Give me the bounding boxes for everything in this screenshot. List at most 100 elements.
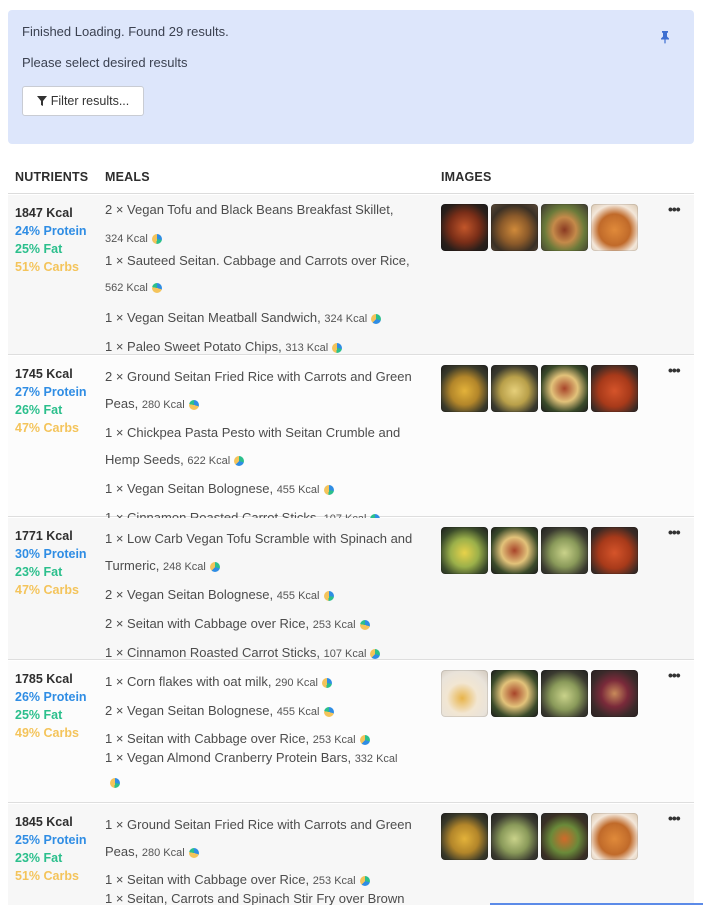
meals-list: 1 × Low Carb Vegan Tofu Scramble with Sp… xyxy=(105,525,435,668)
meal-item[interactable]: 2 × Vegan Seitan Bolognese, 455 Kcal xyxy=(105,581,435,610)
nutrients-column-header: NUTRIENTS xyxy=(15,170,89,184)
meal-item[interactable]: 2 × Vegan Seitan Bolognese, 455 Kcal xyxy=(105,697,435,726)
carbs-percent: 51% Carbs xyxy=(15,260,79,274)
filter-results-button[interactable]: Filter results... xyxy=(22,86,144,116)
fat-percent: 25% Fat xyxy=(15,708,63,722)
meal-item[interactable]: 2 × Vegan Tofu and Black Beans Breakfast… xyxy=(105,202,435,247)
protein-percent: 27% Protein xyxy=(15,385,87,399)
protein-percent: 24% Protein xyxy=(15,224,87,238)
nutrients-summary: 1785 Kcal 26% Protein 25% Fat 49% Carbs xyxy=(15,670,99,742)
bolognese-image[interactable] xyxy=(491,670,538,717)
macro-pie-icon xyxy=(110,778,120,788)
total-kcal: 1771 Kcal xyxy=(15,529,73,543)
more-options-button[interactable]: ••• xyxy=(668,362,681,378)
chips-image[interactable] xyxy=(591,204,638,251)
result-row[interactable]: 1745 Kcal 27% Protein 26% Fat 47% Carbs … xyxy=(8,356,694,525)
pin-icon[interactable] xyxy=(658,30,672,44)
nutrients-summary: 1847 Kcal 24% Protein 25% Fat 51% Carbs xyxy=(15,204,99,276)
chips-image[interactable] xyxy=(591,813,638,860)
filter-results-label: Filter results... xyxy=(50,94,130,108)
cabbage-rice-image[interactable] xyxy=(541,670,588,717)
meal-item[interactable]: 1 × Sauteed Seitan. Cabbage and Carrots … xyxy=(105,253,435,296)
cabbage-rice-image[interactable] xyxy=(491,813,538,860)
meal-images xyxy=(441,527,638,574)
meal-item[interactable]: 2 × Seitan with Cabbage over Rice, 253 K… xyxy=(105,610,435,639)
scramble-image[interactable] xyxy=(441,527,488,574)
skillet-image[interactable] xyxy=(441,204,488,251)
protein-percent: 25% Protein xyxy=(15,833,87,847)
carbs-percent: 47% Carbs xyxy=(15,421,79,435)
meal-item[interactable]: 1 × Low Carb Vegan Tofu Scramble with Sp… xyxy=(105,525,435,581)
meals-list: 2 × Vegan Tofu and Black Beans Breakfast… xyxy=(105,202,435,362)
results-info-panel: Finished Loading. Found 29 results. Plea… xyxy=(8,10,694,144)
meal-images xyxy=(441,813,638,860)
macro-pie-icon xyxy=(151,282,162,293)
more-options-button[interactable]: ••• xyxy=(668,810,681,826)
total-kcal: 1785 Kcal xyxy=(15,672,73,686)
nutrients-summary: 1771 Kcal 30% Protein 23% Fat 47% Carbs xyxy=(15,527,99,599)
meals-list: 1 × Ground Seitan Fried Rice with Carrot… xyxy=(105,811,435,905)
macro-pie-icon xyxy=(188,399,199,410)
result-row[interactable]: 1847 Kcal 24% Protein 25% Fat 51% Carbs … xyxy=(8,195,694,355)
fat-percent: 25% Fat xyxy=(15,242,63,256)
pasta-image[interactable] xyxy=(491,365,538,412)
protein-percent: 30% Protein xyxy=(15,547,87,561)
cabbage-rice-image[interactable] xyxy=(541,527,588,574)
total-kcal: 1845 Kcal xyxy=(15,815,73,829)
select-prompt: Please select desired results xyxy=(22,55,188,70)
meal-item[interactable]: 1 × Vegan Seitan Bolognese, 455 Kcal xyxy=(105,475,435,504)
meal-item[interactable]: 1 × Seitan with Cabbage over Rice, 253 K… xyxy=(105,871,435,890)
result-row[interactable]: 1845 Kcal 25% Protein 23% Fat 51% Carbs … xyxy=(8,804,694,905)
stir-fry-image[interactable] xyxy=(541,813,588,860)
meal-item[interactable]: 1 × Seitan with Cabbage over Rice, 253 K… xyxy=(105,730,435,749)
total-kcal: 1745 Kcal xyxy=(15,367,73,381)
filter-icon xyxy=(36,96,47,106)
meal-item[interactable]: 1 × Ground Seitan Fried Rice with Carrot… xyxy=(105,811,435,867)
sandwich-image[interactable] xyxy=(541,204,588,251)
macro-pie-icon xyxy=(359,875,370,886)
protein-percent: 26% Protein xyxy=(15,690,87,704)
result-row[interactable]: 1785 Kcal 26% Protein 25% Fat 49% Carbs … xyxy=(8,661,694,803)
meal-item[interactable]: 1 × Corn flakes with oat milk, 290 Kcal xyxy=(105,668,435,697)
meal-images xyxy=(441,204,638,251)
macro-pie-icon xyxy=(188,847,199,858)
macro-pie-icon xyxy=(370,648,381,659)
bolognese-image[interactable] xyxy=(491,527,538,574)
stir-fry-image[interactable] xyxy=(491,204,538,251)
macro-pie-icon xyxy=(209,561,220,572)
fat-percent: 23% Fat xyxy=(15,851,63,865)
results-table-header: NUTRIENTS MEALS IMAGES xyxy=(8,160,694,194)
macro-pie-icon xyxy=(151,233,162,244)
more-options-button[interactable]: ••• xyxy=(668,524,681,540)
cornflakes-image[interactable] xyxy=(441,670,488,717)
meal-item[interactable]: 1 × Chickpea Pasta Pesto with Seitan Cru… xyxy=(105,419,435,475)
meal-item[interactable]: 1 × Seitan, Carrots and Spinach Stir Fry… xyxy=(105,890,435,905)
meals-list: 2 × Ground Seitan Fried Rice with Carrot… xyxy=(105,363,435,533)
more-options-button[interactable]: ••• xyxy=(668,201,681,217)
nutrients-summary: 1745 Kcal 27% Protein 26% Fat 47% Carbs xyxy=(15,365,99,437)
meals-list: 1 × Corn flakes with oat milk, 290 Kcal … xyxy=(105,668,435,788)
macro-pie-icon xyxy=(323,706,334,717)
macro-pie-icon xyxy=(359,734,370,745)
meal-images xyxy=(441,670,638,717)
carbs-percent: 51% Carbs xyxy=(15,869,79,883)
fried-rice-image[interactable] xyxy=(441,813,488,860)
result-row[interactable]: 1771 Kcal 30% Protein 23% Fat 47% Carbs … xyxy=(8,518,694,660)
macro-pie-icon xyxy=(359,619,370,630)
meal-item[interactable]: 1 × Vegan Seitan Meatball Sandwich, 324 … xyxy=(105,304,435,333)
meal-item[interactable]: 2 × Ground Seitan Fried Rice with Carrot… xyxy=(105,363,435,419)
carbs-percent: 49% Carbs xyxy=(15,726,79,740)
carrots-image[interactable] xyxy=(591,527,638,574)
meal-item[interactable]: 1 × Vegan Almond Cranberry Protein Bars,… xyxy=(105,749,435,788)
carrots-image[interactable] xyxy=(591,365,638,412)
macro-pie-icon xyxy=(321,677,332,688)
more-options-button[interactable]: ••• xyxy=(668,667,681,683)
fried-rice-image[interactable] xyxy=(441,365,488,412)
meal-images xyxy=(441,365,638,412)
macro-pie-icon xyxy=(332,342,343,353)
bolognese-image[interactable] xyxy=(541,365,588,412)
nutrients-summary: 1845 Kcal 25% Protein 23% Fat 51% Carbs xyxy=(15,813,99,885)
protein-bars-image[interactable] xyxy=(591,670,638,717)
images-column-header: IMAGES xyxy=(441,170,492,184)
fat-percent: 26% Fat xyxy=(15,403,63,417)
